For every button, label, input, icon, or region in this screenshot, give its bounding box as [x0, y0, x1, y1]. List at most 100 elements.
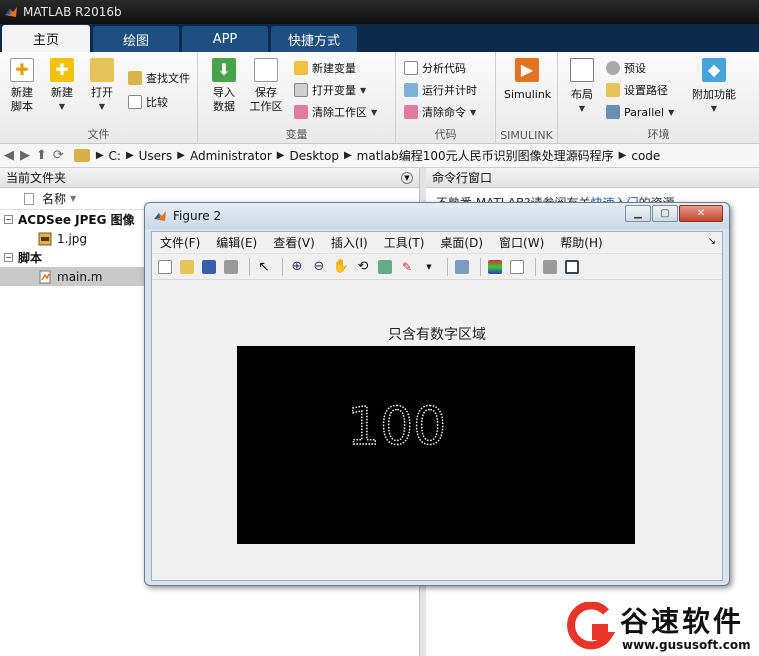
- dock-arrow-icon[interactable]: ↘: [708, 236, 716, 247]
- chevron-down-icon: ▼: [98, 102, 106, 111]
- addons-button[interactable]: ◆ 附加功能 ▼: [688, 56, 740, 116]
- find-files-icon: [128, 71, 142, 85]
- toolbar-separator: [535, 257, 536, 276]
- brush-dropdown[interactable]: ▼: [420, 258, 438, 276]
- data-cursor-button[interactable]: [376, 258, 394, 276]
- menu-view[interactable]: 查看(V): [273, 234, 315, 251]
- menu-desktop[interactable]: 桌面(D): [440, 234, 483, 251]
- up-folder-icon[interactable]: ⬆: [36, 148, 47, 163]
- edit-plot-button[interactable]: ↖: [255, 258, 273, 276]
- open-file-button[interactable]: [178, 258, 196, 276]
- path-segment[interactable]: Administrator: [190, 149, 272, 163]
- pan-button[interactable]: ✋: [332, 258, 350, 276]
- menu-tools[interactable]: 工具(T): [384, 234, 425, 251]
- print-figure-button[interactable]: [222, 258, 240, 276]
- chevron-right-icon: ▶: [618, 150, 627, 161]
- minimize-button[interactable]: ▁: [625, 205, 651, 222]
- preferences-button[interactable]: 预设: [606, 58, 646, 78]
- clear-commands-button[interactable]: 清除命令 ▼: [404, 102, 476, 122]
- compare-button[interactable]: 比较: [128, 92, 168, 112]
- tab-apps[interactable]: APP: [182, 26, 268, 52]
- path-segment[interactable]: code: [631, 149, 660, 163]
- panel-menu-icon[interactable]: ▼: [401, 171, 413, 184]
- collapse-icon[interactable]: −: [4, 253, 13, 262]
- rotate-3d-button[interactable]: ⟲: [354, 258, 372, 276]
- save-figure-button[interactable]: [200, 258, 218, 276]
- watermark-name: 谷速软件: [620, 605, 745, 638]
- chevron-right-icon: ▶: [177, 150, 185, 161]
- new-variable-button[interactable]: 新建变量: [294, 58, 356, 78]
- path-segment[interactable]: Desktop: [289, 149, 339, 163]
- save-icon: [202, 259, 216, 274]
- path-segment[interactable]: C:: [109, 149, 121, 163]
- ribbon-section-code: 分析代码 运行并计时 清除命令 ▼ 代码: [396, 52, 496, 144]
- forward-arrow-icon[interactable]: ▶: [20, 148, 30, 163]
- watermark-url: www.gususoft.com: [622, 638, 751, 652]
- clear-commands-icon: [404, 105, 418, 119]
- zoom-in-button[interactable]: ⊕: [288, 258, 306, 276]
- chevron-down-icon: ▼: [470, 107, 477, 117]
- import-data-button[interactable]: ⬇ 导入 数据: [204, 56, 244, 114]
- brush-button[interactable]: ✎: [398, 258, 416, 276]
- gear-icon: [606, 61, 620, 75]
- pointer-arrow-icon: ↖: [258, 258, 270, 275]
- chevron-right-icon: ▶: [95, 150, 104, 161]
- menu-insert[interactable]: 插入(I): [331, 234, 368, 251]
- legend-button[interactable]: [508, 258, 526, 276]
- app-titlebar: MATLAB R2016b: [0, 0, 759, 24]
- path-segment[interactable]: Users: [139, 149, 173, 163]
- show-tools-button[interactable]: [563, 258, 581, 276]
- tab-plots[interactable]: 绘图: [93, 26, 179, 52]
- new-button[interactable]: ✚ 新建 ▼: [42, 56, 82, 114]
- digit-outline-text: 100: [347, 397, 446, 457]
- clear-workspace-button[interactable]: 清除工作区 ▼: [294, 102, 377, 122]
- ribbon-section-simulink: ▶ Simulink SIMULINK: [496, 52, 558, 144]
- find-files-button[interactable]: 查找文件: [128, 68, 190, 88]
- hide-tools-button[interactable]: [541, 258, 559, 276]
- analyze-code-button[interactable]: 分析代码: [404, 58, 466, 78]
- ribbon: ✚ 新建 脚本 ✚ 新建 ▼ 打开 ▼ 查找文件 比较 文件 ⬇ 导入 数据 保…: [0, 52, 759, 144]
- analyze-code-icon: [404, 61, 418, 75]
- plot-title: 只含有数字区域: [388, 327, 486, 343]
- colorbar-button[interactable]: [486, 258, 504, 276]
- close-button[interactable]: ✕: [679, 205, 723, 222]
- menu-edit[interactable]: 编辑(E): [216, 234, 257, 251]
- parallel-button[interactable]: Parallel ▼: [606, 102, 674, 122]
- show-tools-icon: [565, 259, 579, 274]
- command-window-title: 命令行窗口: [432, 171, 493, 185]
- section-label-environment: 环境: [647, 128, 670, 141]
- link-plot-button[interactable]: [453, 258, 471, 276]
- menu-help[interactable]: 帮助(H): [560, 234, 602, 251]
- collapse-icon[interactable]: −: [4, 215, 13, 224]
- folder-icon: [73, 149, 90, 162]
- path-segment[interactable]: matlab编程100元人民币识别图像处理源码程序: [357, 147, 614, 164]
- simulink-button[interactable]: ▶ Simulink: [504, 56, 551, 102]
- rotate-icon: ⟲: [357, 259, 369, 274]
- menu-file[interactable]: 文件(F): [160, 234, 200, 251]
- save-workspace-button[interactable]: 保存 工作区: [246, 56, 286, 114]
- run-and-time-button[interactable]: 运行并计时: [404, 80, 477, 100]
- figure-titlebar[interactable]: Figure 2 ▁ ▢ ✕: [145, 203, 729, 229]
- folder-open-icon: [180, 259, 194, 274]
- toolbar-separator: [447, 257, 448, 276]
- layout-button[interactable]: 布局 ▼: [562, 56, 602, 116]
- menu-window[interactable]: 窗口(W): [499, 234, 544, 251]
- tab-shortcuts[interactable]: 快捷方式: [271, 26, 357, 52]
- figure-window[interactable]: Figure 2 ▁ ▢ ✕ 文件(F) 编辑(E) 查看(V) 插入(I) 工…: [144, 202, 730, 586]
- hand-icon: ✋: [332, 259, 350, 274]
- back-arrow-icon[interactable]: ◀: [4, 148, 14, 163]
- tab-home[interactable]: 主页: [2, 25, 90, 52]
- zoom-out-button[interactable]: ⊖: [310, 258, 328, 276]
- new-figure-button[interactable]: [156, 258, 174, 276]
- maximize-button[interactable]: ▢: [652, 205, 678, 222]
- new-script-button[interactable]: ✚ 新建 脚本: [2, 56, 42, 114]
- open-variable-button[interactable]: 打开变量 ▼: [294, 80, 366, 100]
- binary-image-axes[interactable]: 100: [237, 346, 635, 544]
- section-label-code: 代码: [434, 128, 457, 141]
- browse-folder-icon[interactable]: ⟳: [53, 148, 64, 163]
- current-folder-title: 当前文件夹: [6, 171, 67, 185]
- chevron-down-icon: ▼: [58, 102, 66, 111]
- set-path-icon: [606, 83, 620, 97]
- open-button[interactable]: 打开 ▼: [82, 56, 122, 114]
- set-path-button[interactable]: 设置路径: [606, 80, 668, 100]
